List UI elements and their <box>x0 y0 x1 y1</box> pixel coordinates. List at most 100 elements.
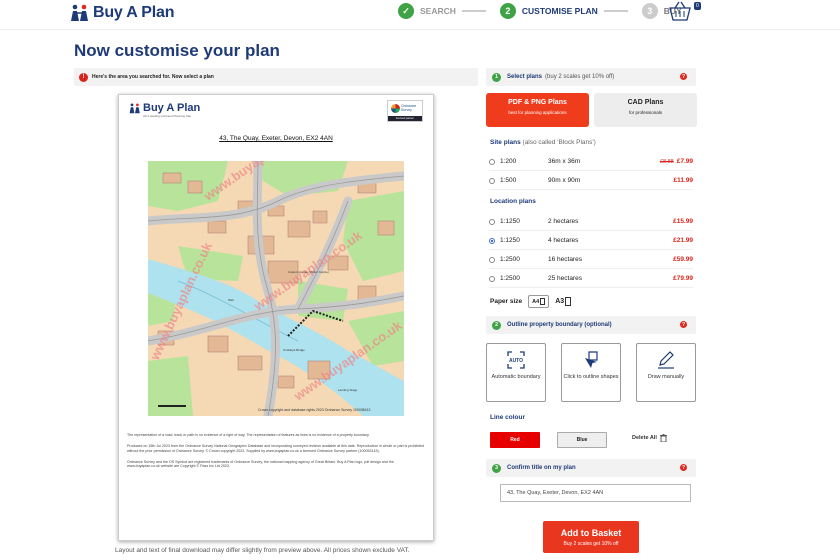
os-symbol-icon <box>391 104 400 113</box>
line-colour-blue-button[interactable]: Blue <box>557 432 607 448</box>
pencil-icon <box>658 351 674 369</box>
tab-pdf-subtitle: best for planning applications <box>508 110 567 115</box>
delete-all-button[interactable]: Delete All <box>632 434 667 442</box>
paper-a3-button[interactable]: A3 <box>555 297 572 306</box>
preview-logo: Buy A Plan <box>129 102 200 114</box>
radio-button[interactable] <box>489 177 495 184</box>
progress-steps: ✓ SEARCH 2 CUSTOMISE PLAN 3 BUY <box>398 3 696 19</box>
help-icon[interactable]: ? <box>680 73 687 80</box>
radio-button[interactable] <box>489 256 495 263</box>
plan-price: £8.88 £7.99 <box>660 158 693 165</box>
site-plans-subtitle: (also called 'Block Plans') <box>522 139 596 146</box>
os-logo-bar: licensed partner <box>388 116 422 121</box>
plan-price: £79.99 <box>673 275 693 282</box>
plan-price: £21.99 <box>673 237 693 244</box>
ordnance-survey-logo: Ordnance Survey licensed partner <box>387 100 423 122</box>
click-outline-tool[interactable]: Click to outline shapes <box>561 343 621 402</box>
plan-option-site-1-200[interactable]: 1:200 36m x 36m £8.88 £7.99 <box>489 153 693 171</box>
plan-size: 16 hectares <box>548 256 582 263</box>
plan-scale: 1:500 <box>500 177 517 184</box>
plan-scale: 1:200 <box>500 158 517 165</box>
radio-button[interactable] <box>489 158 495 165</box>
basket-icon[interactable] <box>668 0 692 22</box>
automatic-boundary-tool[interactable]: AUTO Automatic boundary <box>486 343 546 402</box>
plan-option-site-1-500[interactable]: 1:500 90m x 90m £11.99 <box>489 172 693 190</box>
plan-scale: 1:2500 <box>500 256 520 263</box>
add-to-basket-button[interactable]: Add to Basket Buy 2 scales get 10% off <box>543 521 639 553</box>
current-price: £7.99 <box>676 158 693 165</box>
add-to-basket-label: Add to Basket <box>560 528 622 538</box>
step-connector <box>603 10 628 12</box>
logo-people-icon <box>71 4 88 21</box>
step-number-badge: 1 <box>492 72 501 82</box>
plan-size: 90m x 90m <box>548 177 581 184</box>
paper-a4-label: A4 <box>532 298 540 305</box>
radio-button-selected[interactable] <box>489 237 495 244</box>
plan-option-location-16ha[interactable]: 1:2500 16 hectares £59.99 <box>489 251 693 269</box>
select-plans-header: 1 Select plans (buy 2 scales get 10% off… <box>486 68 696 86</box>
step-customise[interactable]: 2 CUSTOMISE PLAN <box>499 3 598 19</box>
site-plans-label: Site plans (also called 'Block Plans') <box>490 139 596 146</box>
trash-icon <box>659 434 667 442</box>
step-search-label: SEARCH <box>420 6 456 16</box>
top-bar: Buy A Plan ✓ SEARCH 2 CUSTOMISE PLAN 3 B… <box>0 0 840 30</box>
notice-text: Here's the area you searched for. Now se… <box>92 74 214 80</box>
ordnance-survey-map[interactable]: www.buyaplan.co.uk www.buyaplan.co.uk ww… <box>148 161 404 416</box>
buy-a-plan-logo[interactable]: Buy A Plan <box>70 1 174 25</box>
outline-boundary-title: Outline property boundary (optional) <box>507 322 612 328</box>
help-icon[interactable]: ? <box>680 321 687 328</box>
plan-price: £11.99 <box>673 177 693 184</box>
radio-button[interactable] <box>489 218 495 225</box>
click-outline-icon <box>585 351 598 368</box>
tab-cad-subtitle: for professionals <box>628 110 663 115</box>
step-customise-label: CUSTOMISE PLAN <box>521 6 598 16</box>
tab-pdf-png-plans[interactable]: PDF & PNG Plans best for planning applic… <box>486 93 589 127</box>
plan-option-location-25ha[interactable]: 1:2500 25 hectares £79.99 <box>489 270 693 288</box>
map-label-weir: Weir <box>228 298 234 302</box>
tab-cad-plans[interactable]: CAD Plans for professionals <box>594 93 697 127</box>
plan-scale: 1:2500 <box>500 275 520 282</box>
plan-title-input[interactable]: 43, The Quay, Exeter, Devon, EX2 4AN <box>500 484 691 502</box>
logo-text: Buy A Plan <box>93 4 175 21</box>
step-buy-number: 3 <box>641 3 658 19</box>
site-plans-title: Site plans <box>490 139 521 146</box>
confirm-title-header: 3 Confirm title on my plan ? <box>486 459 696 477</box>
plan-price: £59.99 <box>673 256 693 263</box>
map-label-landing: Landing Stage <box>338 388 358 392</box>
paper-a3-label: A3 <box>555 298 565 305</box>
tool-label: Click to outline shapes <box>563 374 619 380</box>
preview-logo-people-icon <box>129 103 140 113</box>
paper-a4-button[interactable]: A4 <box>528 295 550 308</box>
document-icon <box>540 298 546 305</box>
preview-note: Ordnance Survey and the OS Symbol are re… <box>127 459 394 469</box>
location-plans-label: Location plans <box>490 198 536 205</box>
paper-size-label: Paper size <box>490 298 523 305</box>
step-customise-number: 2 <box>499 3 516 19</box>
plan-size: 4 hectares <box>548 237 579 244</box>
tool-label: Automatic boundary <box>491 374 541 380</box>
delete-all-label: Delete All <box>632 435 657 441</box>
line-colour-red-button[interactable]: Red <box>490 432 540 448</box>
search-notice: ! Here's the area you searched for. Now … <box>74 68 478 86</box>
line-colour-label: Line colour <box>490 414 526 421</box>
old-price: £8.88 <box>659 159 674 165</box>
auto-boundary-icon: AUTO <box>507 351 525 369</box>
preview-note: The representation of a road, track or p… <box>127 433 370 437</box>
draw-manually-tool[interactable]: Draw manually <box>636 343 696 402</box>
plan-price: £15.99 <box>673 218 693 225</box>
preview-address: 43, The Quay, Exeter, Devon, EX2 4AN <box>219 135 333 142</box>
page-title: Now customise your plan <box>74 41 280 60</box>
step-search[interactable]: ✓ SEARCH <box>398 3 456 19</box>
preview-tagline: UK's leading Licensed Planning Site <box>143 114 192 118</box>
help-icon[interactable]: ? <box>680 464 687 471</box>
plan-option-location-4ha[interactable]: 1:1250 4 hectares £21.99 <box>489 232 693 250</box>
plan-size: 25 hectares <box>548 275 582 282</box>
radio-button[interactable] <box>489 275 495 282</box>
preview-logo-text: Buy A Plan <box>143 102 201 114</box>
plan-option-location-2ha[interactable]: 1:1250 2 hectares £15.99 <box>489 213 693 231</box>
map-label-bridge: Cricklepit Bridge <box>283 348 305 352</box>
step-number-badge: 2 <box>492 320 501 330</box>
info-alert-icon: ! <box>79 72 88 82</box>
plan-size: 2 hectares <box>548 218 579 225</box>
outline-boundary-header: 2 Outline property boundary (optional) ? <box>486 316 696 334</box>
